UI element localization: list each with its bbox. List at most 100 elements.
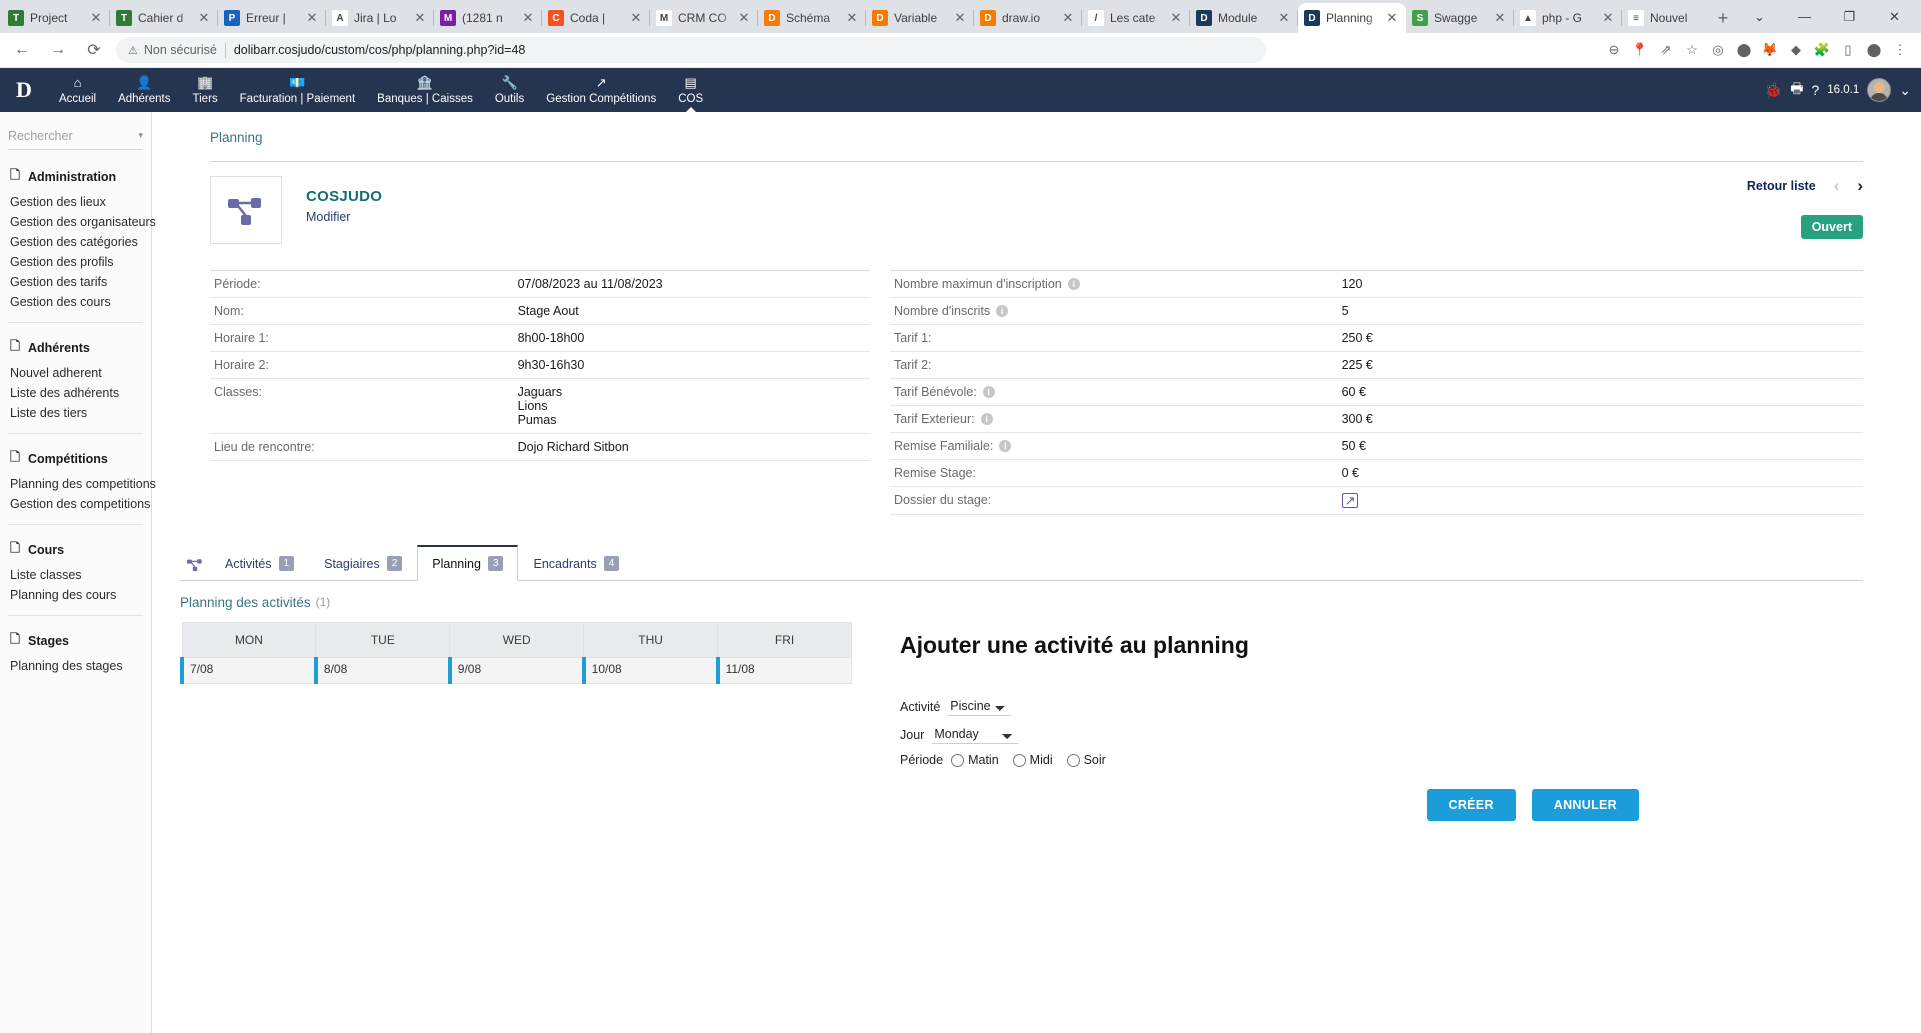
sidebar-item-gestion-des-cours[interactable]: Gestion des cours xyxy=(8,292,143,312)
avatar[interactable] xyxy=(1867,78,1892,102)
browser-tab[interactable]: D Schéma ✕ xyxy=(758,3,866,33)
nav-item-outils[interactable]: 🔧 Outils xyxy=(484,68,535,112)
radio-input[interactable] xyxy=(1012,753,1026,767)
nav-item-banques-caisses[interactable]: 🏦 Banques | Caisses xyxy=(366,68,484,112)
nav-item-facturation-paiement[interactable]: 💶 Facturation | Paiement xyxy=(229,68,367,112)
profile-icon[interactable]: ⬤ xyxy=(1861,37,1887,63)
maximize-button[interactable]: ❐ xyxy=(1827,0,1872,33)
location-icon[interactable]: 📍 xyxy=(1627,37,1653,63)
reload-button[interactable]: ⟳ xyxy=(80,36,108,64)
close-tab-icon[interactable]: ✕ xyxy=(520,10,536,26)
next-record-icon[interactable]: › xyxy=(1857,176,1863,196)
browser-tab[interactable]: S Swagge ✕ xyxy=(1406,3,1514,33)
external-link-icon[interactable]: ↗ xyxy=(1341,493,1359,508)
calendar-day-cell[interactable]: 9/08 xyxy=(447,657,585,684)
close-tab-icon[interactable]: ✕ xyxy=(628,10,644,26)
close-tab-icon[interactable]: ✕ xyxy=(1276,10,1292,26)
period-radio-matin[interactable]: Matin xyxy=(951,753,999,767)
sidebar-item-gestion-des-profils[interactable]: Gestion des profils xyxy=(8,252,143,272)
extension-purple-icon[interactable]: ◆ xyxy=(1783,37,1809,63)
browser-tab[interactable]: P Erreur | ✕ xyxy=(218,3,326,33)
cancel-button[interactable]: ANNULER xyxy=(1531,789,1639,821)
search-input[interactable]: Rechercher xyxy=(8,129,138,143)
bookmark-star-icon[interactable]: ☆ xyxy=(1679,37,1705,63)
sidebar-item-planning-des-cours[interactable]: Planning des cours xyxy=(8,585,143,605)
sidebar-item-gestion-des-cat-gories[interactable]: Gestion des catégories xyxy=(8,232,143,252)
sidebar-item-gestion-des-organisateurs[interactable]: Gestion des organisateurs xyxy=(8,212,156,232)
chevron-down-icon[interactable]: ▾ xyxy=(138,130,143,141)
sidebar-item-planning-des-stages[interactable]: Planning des stages xyxy=(8,656,143,676)
close-tab-icon[interactable]: ✕ xyxy=(88,10,104,26)
info-icon[interactable]: i xyxy=(980,413,993,425)
browser-tab[interactable]: D Planning ✕ xyxy=(1298,3,1406,33)
period-radio-midi[interactable]: Midi xyxy=(1012,753,1053,767)
browser-tab[interactable]: T Cahier d ✕ xyxy=(110,3,218,33)
close-tab-icon[interactable]: ✕ xyxy=(1168,10,1184,26)
browser-tab[interactable]: / Les cate ✕ xyxy=(1082,3,1190,33)
nav-item-cos[interactable]: ▤ COS xyxy=(667,68,714,112)
browser-tab[interactable]: M (1281 n ✕ xyxy=(434,3,542,33)
sidebar-item-planning-des-competitions[interactable]: Planning des competitions xyxy=(8,474,156,494)
minimize-button[interactable]: — xyxy=(1782,0,1827,33)
close-tab-icon[interactable]: ✕ xyxy=(304,10,320,26)
info-icon[interactable]: i xyxy=(1067,278,1080,290)
radio-input[interactable] xyxy=(1066,753,1080,767)
new-tab-button[interactable]: + xyxy=(1709,4,1737,32)
print-icon[interactable]: 🖶 xyxy=(1790,78,1803,102)
puzzle-icon[interactable]: 🧩 xyxy=(1809,37,1835,63)
activity-select[interactable]: Piscine xyxy=(948,697,1012,716)
browser-tab[interactable]: M CRM CO ✕ xyxy=(650,3,758,33)
browser-tab[interactable]: C Coda | ✕ xyxy=(542,3,650,33)
close-tab-icon[interactable]: ✕ xyxy=(844,10,860,26)
tab-stagiaires[interactable]: Stagiaires 2 xyxy=(309,545,417,581)
zoom-out-icon[interactable]: ⊖ xyxy=(1601,37,1627,63)
breadcrumb[interactable]: Planning xyxy=(152,112,1921,145)
dolibarr-logo[interactable]: D xyxy=(0,68,48,112)
calendar-day-cell[interactable]: 11/08 xyxy=(715,657,852,684)
menu-kebab-icon[interactable]: ⋮ xyxy=(1887,37,1913,63)
browser-tab[interactable]: ▲ php - G ✕ xyxy=(1514,3,1622,33)
radio-input[interactable] xyxy=(951,753,965,767)
browser-tab[interactable]: A Jira | Lo ✕ xyxy=(326,3,434,33)
sidebar-item-gestion-des-competitions[interactable]: Gestion des competitions xyxy=(8,494,150,514)
period-radio-soir[interactable]: Soir xyxy=(1066,753,1106,767)
nav-item-accueil[interactable]: ⌂ Accueil xyxy=(48,68,107,112)
sidebar-item-nouvel-adherent[interactable]: Nouvel adherent xyxy=(8,363,143,383)
info-icon[interactable]: i xyxy=(982,386,995,398)
sidebar-item-liste-classes[interactable]: Liste classes xyxy=(8,565,143,585)
calendar-day-cell[interactable]: 7/08 xyxy=(180,657,317,684)
calendar-day-cell[interactable]: 8/08 xyxy=(313,657,451,684)
sidepanel-icon[interactable]: ▯ xyxy=(1835,37,1861,63)
back-button[interactable]: ← xyxy=(8,36,36,64)
sidebar-item-gestion-des-tarifs[interactable]: Gestion des tarifs xyxy=(8,272,143,292)
close-window-button[interactable]: ✕ xyxy=(1872,0,1917,33)
back-to-list-link[interactable]: Retour liste xyxy=(1747,179,1816,193)
browser-tab[interactable]: Ddraw.io ✕ xyxy=(974,3,1082,33)
info-icon[interactable]: i xyxy=(996,305,1009,317)
info-icon[interactable]: i xyxy=(999,440,1012,452)
sidebar-item-liste-des-tiers[interactable]: Liste des tiers xyxy=(8,403,143,423)
close-tab-icon[interactable]: ✕ xyxy=(196,10,212,26)
sidebar-item-gestion-des-lieux[interactable]: Gestion des lieux xyxy=(8,192,143,212)
user-menu-caret-icon[interactable]: ⌄ xyxy=(1899,82,1911,99)
browser-tab[interactable]: D Module ✕ xyxy=(1190,3,1298,33)
adblock-icon[interactable]: ⬤ xyxy=(1731,37,1757,63)
share-icon[interactable]: ⇗ xyxy=(1653,37,1679,63)
close-tab-icon[interactable]: ✕ xyxy=(1492,10,1508,26)
close-tab-icon[interactable]: ✕ xyxy=(1060,10,1076,26)
forward-button[interactable]: → xyxy=(44,36,72,64)
pocket-icon[interactable]: ◎ xyxy=(1705,37,1731,63)
browser-tab[interactable]: ≡Nouvel✕ xyxy=(1622,3,1703,33)
calendar-day-cell[interactable]: 10/08 xyxy=(581,657,719,684)
nav-item-adh-rents[interactable]: 👤 Adhérents xyxy=(107,68,181,112)
tab-encadrants[interactable]: Encadrants 4 xyxy=(518,545,634,581)
nav-item-gestion-comp-titions[interactable]: ↗ Gestion Compétitions xyxy=(535,68,667,112)
bug-icon[interactable]: 🐞 xyxy=(1765,82,1782,99)
edit-link[interactable]: Modifier xyxy=(306,210,382,224)
sidebar-item-liste-des-adh-rents[interactable]: Liste des adhérents xyxy=(8,383,143,403)
day-select[interactable]: Monday xyxy=(932,725,1019,744)
tab-activit-s[interactable]: Activités 1 xyxy=(210,545,309,581)
close-tab-icon[interactable]: ✕ xyxy=(1600,10,1616,26)
close-tab-icon[interactable]: ✕ xyxy=(952,10,968,26)
nav-item-tiers[interactable]: 🏢 Tiers xyxy=(182,68,229,112)
